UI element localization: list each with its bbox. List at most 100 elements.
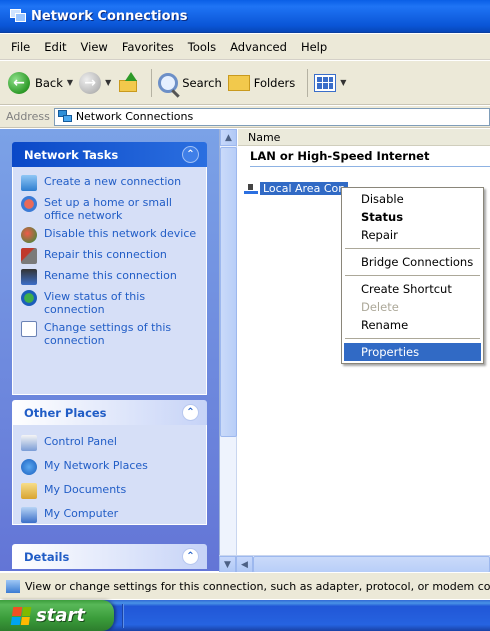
menu-item-rename[interactable]: Rename	[344, 316, 481, 334]
task-label: Rename this connection	[44, 269, 177, 282]
toolbar-separator	[151, 68, 153, 97]
rename-icon	[21, 269, 37, 285]
task-disable-device[interactable]: Disable this network device	[21, 227, 200, 243]
address-value: Network Connections	[75, 110, 194, 123]
place-label: My Network Places	[44, 459, 148, 472]
collapse-chevron-icon[interactable]: ⌃	[182, 404, 199, 421]
menu-view[interactable]: View	[74, 40, 115, 54]
forward-dropdown-icon[interactable]: ▼	[105, 78, 111, 87]
place-my-network-places[interactable]: My Network Places	[21, 459, 200, 475]
back-dropdown-icon[interactable]: ▼	[67, 78, 73, 87]
task-rename-connection[interactable]: Rename this connection	[21, 269, 200, 285]
column-header-name[interactable]: Name	[238, 129, 490, 146]
windows-logo-icon	[10, 606, 32, 625]
menu-item-status[interactable]: Status	[344, 208, 481, 226]
new-connection-icon	[21, 175, 37, 191]
my-computer-icon	[21, 507, 37, 523]
menu-tools[interactable]: Tools	[181, 40, 223, 54]
status-bar: View or change settings for this connect…	[0, 572, 490, 599]
status-text: View or change settings for this connect…	[25, 579, 490, 593]
settings-icon	[21, 321, 37, 337]
disable-device-icon	[21, 227, 37, 243]
title-bar[interactable]: Network Connections	[0, 0, 490, 33]
network-tasks-panel: Network Tasks ⌃ Create a new connection …	[12, 142, 207, 395]
address-field[interactable]: Network Connections	[53, 107, 490, 126]
horizontal-scrollbar[interactable]: ▼ ◀	[219, 555, 490, 573]
toolbar-separator	[307, 68, 309, 97]
scroll-left-icon[interactable]: ◀	[236, 556, 253, 573]
forward-button[interactable]: → ▼	[79, 71, 111, 94]
network-places-icon	[21, 459, 37, 475]
task-change-settings[interactable]: Change settings of this connection	[21, 321, 200, 347]
network-connections-icon	[57, 110, 72, 123]
menu-item-bridge-connections[interactable]: Bridge Connections	[344, 253, 481, 271]
collapse-chevron-icon[interactable]: ⌃	[182, 548, 199, 565]
my-documents-icon	[21, 483, 37, 499]
taskbar: start	[0, 600, 490, 631]
other-places-body: Control Panel My Network Places My Docum…	[12, 425, 207, 525]
menu-separator	[345, 275, 480, 276]
scroll-down-icon[interactable]: ▼	[219, 556, 236, 573]
task-label: Change settings of this connection	[44, 321, 172, 347]
task-label: Repair this connection	[44, 248, 167, 261]
up-folder-button[interactable]	[117, 71, 139, 94]
start-button[interactable]: start	[0, 600, 114, 631]
place-my-documents[interactable]: My Documents	[21, 483, 200, 499]
scroll-up-icon[interactable]: ▲	[220, 129, 237, 146]
menu-edit[interactable]: Edit	[37, 40, 73, 54]
local-area-connection-item[interactable]: Local Area Con	[244, 181, 349, 196]
control-panel-icon	[21, 435, 37, 451]
search-button[interactable]: Search	[158, 72, 222, 93]
views-button[interactable]: ▼	[314, 73, 346, 92]
hscroll-thumb[interactable]	[253, 556, 490, 573]
menu-advanced[interactable]: Advanced	[223, 40, 294, 54]
search-label: Search	[182, 75, 222, 90]
home-network-icon	[21, 196, 37, 212]
task-view-status[interactable]: View status of this connection	[21, 290, 200, 316]
task-home-network[interactable]: Set up a home or small office network	[21, 196, 200, 222]
network-tasks-header[interactable]: Network Tasks ⌃	[12, 142, 207, 167]
menu-bar: File Edit View Favorites Tools Advanced …	[0, 34, 490, 60]
menu-favorites[interactable]: Favorites	[115, 40, 181, 54]
task-label: Set up a home or small office network	[44, 196, 172, 222]
task-label: Create a new connection	[44, 175, 182, 188]
window-title: Network Connections	[31, 8, 188, 24]
column-name-label: Name	[248, 130, 281, 144]
place-my-computer[interactable]: My Computer	[21, 507, 200, 523]
network-tasks-title: Network Tasks	[24, 147, 119, 162]
task-repair-connection[interactable]: Repair this connection	[21, 248, 200, 264]
back-button[interactable]: ← Back ▼	[8, 71, 73, 94]
task-create-connection[interactable]: Create a new connection	[21, 175, 200, 191]
toolbar: ← Back ▼ → ▼ Search Folders ▼	[0, 61, 490, 105]
other-places-title: Other Places	[24, 405, 107, 420]
place-label: Control Panel	[44, 435, 117, 448]
other-places-header[interactable]: Other Places ⌃	[12, 400, 207, 425]
search-icon	[158, 72, 179, 93]
menu-item-properties[interactable]: Properties	[344, 343, 481, 361]
forward-arrow-icon: →	[79, 71, 102, 94]
vertical-scrollbar[interactable]: ▲	[220, 129, 237, 571]
menu-item-disable[interactable]: Disable	[344, 190, 481, 208]
details-title: Details	[24, 549, 70, 564]
task-label: View status of this connection	[44, 290, 146, 316]
place-control-panel[interactable]: Control Panel	[21, 435, 200, 451]
views-icon	[314, 73, 337, 92]
views-dropdown-icon[interactable]: ▼	[340, 78, 346, 87]
taskbar-divider	[122, 603, 124, 628]
connection-name: Local Area Con	[260, 182, 349, 195]
folders-button[interactable]: Folders	[227, 74, 296, 91]
details-header[interactable]: Details ⌃	[12, 544, 207, 569]
scroll-thumb[interactable]	[220, 147, 237, 437]
menu-file[interactable]: File	[4, 40, 37, 54]
menu-item-repair[interactable]: Repair	[344, 226, 481, 244]
folders-label: Folders	[253, 75, 296, 90]
place-label: My Documents	[44, 483, 127, 496]
network-connections-icon	[10, 9, 26, 23]
up-folder-icon	[117, 71, 139, 94]
task-pane: Network Tasks ⌃ Create a new connection …	[0, 129, 219, 571]
menu-item-create-shortcut[interactable]: Create Shortcut	[344, 280, 481, 298]
menu-help[interactable]: Help	[294, 40, 334, 54]
collapse-chevron-icon[interactable]: ⌃	[182, 146, 199, 163]
folders-icon	[227, 74, 250, 91]
details-panel: Details ⌃	[12, 544, 207, 569]
